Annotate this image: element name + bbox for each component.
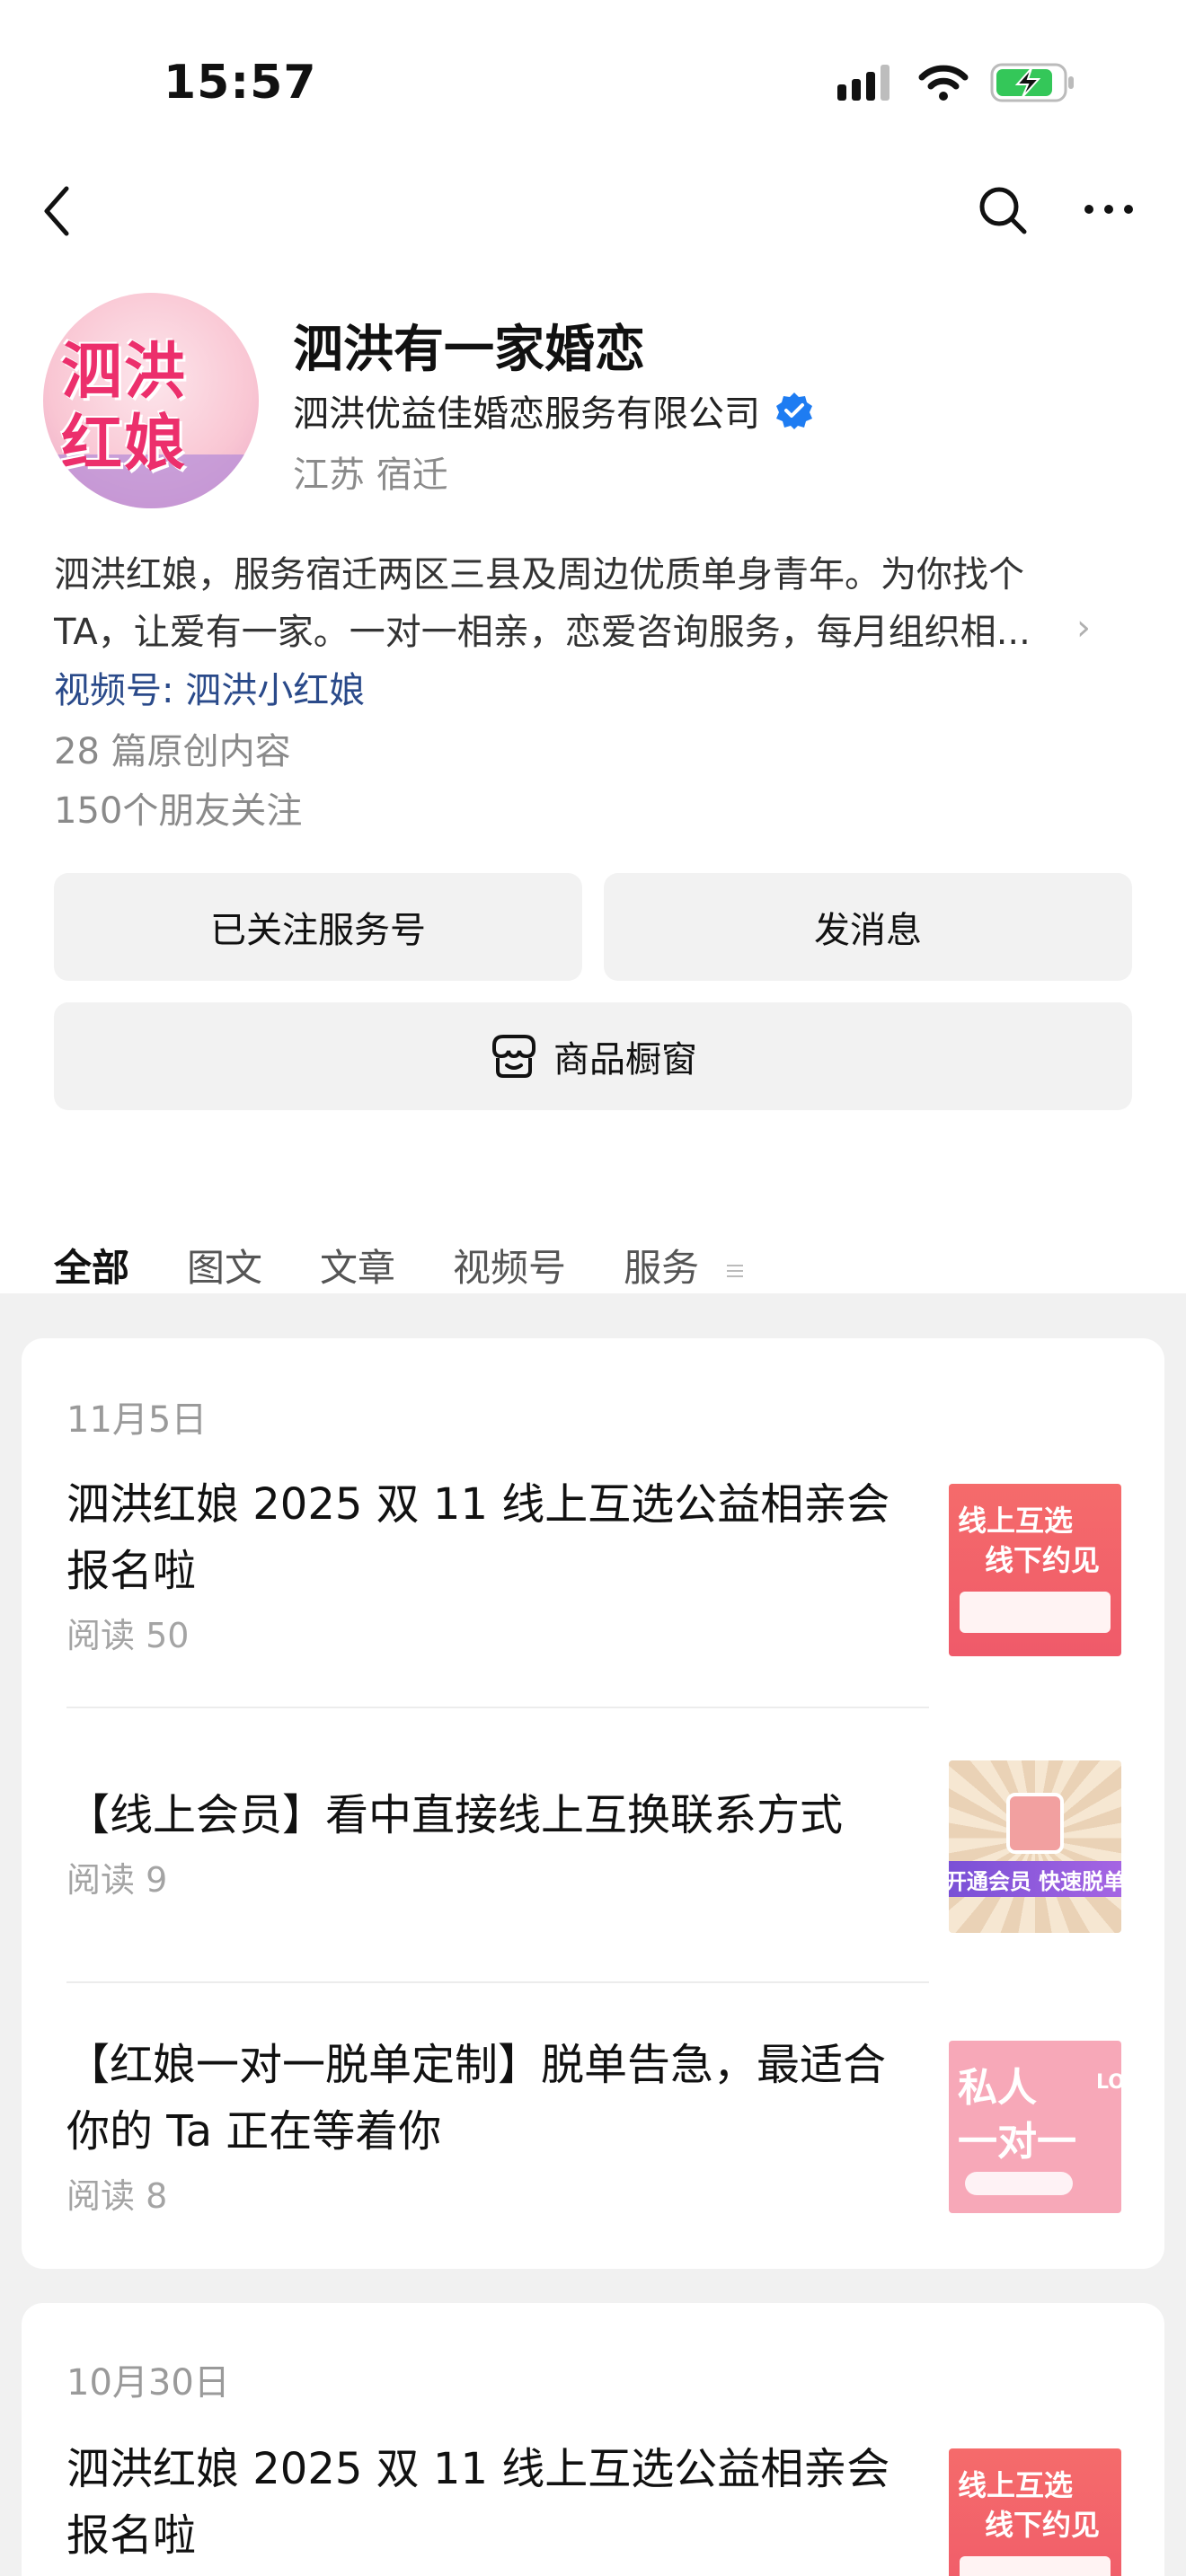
shop-icon [492, 1035, 535, 1078]
verified-badge-icon [776, 393, 812, 429]
search-icon[interactable] [976, 183, 1030, 237]
company-row[interactable]: 泗洪优益佳婚恋服务有限公司 [293, 384, 814, 437]
company-name: 泗洪优益佳婚恋服务有限公司 [293, 393, 760, 435]
thumbnail-text: 私人 [958, 2065, 1037, 2111]
send-message-button[interactable]: 发消息 [604, 873, 1132, 981]
article-thumbnail[interactable]: 开通会员 快速脱单 [949, 1760, 1121, 1933]
thumbnail-text: 线下约见 [985, 1543, 1101, 1577]
friends-following-count[interactable]: 150个朋友关注 [54, 781, 302, 834]
article-item[interactable]: 泗洪红娘 2025 双 11 线上互选公益相亲会 报名啦 [66, 2436, 929, 2569]
tab-label: 视频号 [453, 1246, 567, 1290]
description-line: TA，让爱有一家。一对一相亲，恋爱咨询服务，每月组织相... [54, 612, 1031, 653]
more-options-icon[interactable] [1082, 187, 1136, 232]
avatar-logo-text: 泗洪红娘 [61, 336, 188, 480]
feed-date: 10月30日 [66, 2362, 230, 2404]
thumbnail-decor [960, 1592, 1111, 1633]
article-title: 报名啦 [66, 2510, 197, 2561]
article-read-count: 阅读 50 [66, 1616, 190, 1655]
tab-image-text[interactable]: 图文 [187, 1238, 262, 1292]
article-item[interactable]: 【线上会员】看中直接线上互换联系方式 阅读 9 [66, 1782, 929, 1901]
location: 江苏 宿迁 [293, 454, 448, 496]
divider [66, 1981, 929, 1983]
tab-label: 全部 [54, 1246, 130, 1290]
article-item[interactable]: 泗洪红娘 2025 双 11 线上互选公益相亲会 报名啦 阅读 50 [66, 1471, 929, 1657]
chevron-right-icon[interactable]: › [1076, 607, 1091, 648]
battery-charging-icon [990, 63, 1074, 102]
shop-window-button[interactable]: 商品橱窗 [54, 1002, 1132, 1110]
original-content-count[interactable]: 28 篇原创内容 [54, 722, 291, 774]
article-title: 你的 Ta 正在等着你 [66, 2106, 442, 2157]
tab-services[interactable]: 服务 [624, 1238, 745, 1292]
tab-articles[interactable]: 文章 [320, 1238, 395, 1292]
article-title: 报名啦 [66, 1546, 197, 1596]
content-tabs: 全部 图文 文章 视频号 服务 [49, 1238, 745, 1306]
divider [66, 1707, 929, 1708]
feed-date: 11月5日 [66, 1399, 208, 1441]
back-arrow-icon[interactable] [36, 180, 81, 243]
thumbnail-text: 一对一 [958, 2119, 1076, 2165]
account-name: 泗洪有一家婚恋 [293, 321, 645, 379]
article-read-count: 阅读 8 [66, 2176, 168, 2216]
cellular-signal-icon [837, 65, 890, 101]
article-title: 泗洪红娘 2025 双 11 线上互选公益相亲会 [66, 2444, 890, 2494]
article-item[interactable]: 【红娘一对一脱单定制】脱单告急，最适合 你的 Ta 正在等着你 阅读 8 [66, 2032, 929, 2218]
thumbnail-text: 线上互选 [958, 1504, 1074, 1538]
wifi-icon [918, 65, 969, 101]
status-icons [837, 63, 1076, 102]
article-thumbnail[interactable]: 线上互选 线下约见 [949, 1484, 1121, 1656]
feed-day-card: 11月5日 泗洪红娘 2025 双 11 线上互选公益相亲会 报名啦 阅读 50… [22, 1338, 1164, 2269]
article-read-count: 阅读 9 [66, 1860, 168, 1900]
thumbnail-text: LO [1096, 2071, 1121, 2094]
tab-label: 服务 [624, 1246, 700, 1290]
tab-video-channel[interactable]: 视频号 [453, 1238, 566, 1292]
vip-badge-icon [1006, 1793, 1064, 1854]
tab-label: 图文 [187, 1246, 263, 1290]
thumbnail-text: 线上互选 [958, 2468, 1074, 2502]
article-title: 泗洪红娘 2025 双 11 线上互选公益相亲会 [66, 1479, 890, 1530]
tab-label: 文章 [320, 1246, 396, 1290]
thumbnail-text: 开通会员 快速脱单 [949, 1861, 1121, 1897]
account-description[interactable]: 泗洪红娘，服务宿迁两区三县及周边优质单身青年。为你找个 TA，让爱有一家。一对一… [54, 546, 1114, 661]
article-thumbnail[interactable]: 线上互选 线下约见 [949, 2448, 1121, 2576]
article-title: 【线上会员】看中直接线上互换联系方式 [66, 1790, 844, 1840]
article-title: 【红娘一对一脱单定制】脱单告急，最适合 [66, 2040, 887, 2090]
tab-all[interactable]: 全部 [49, 1238, 140, 1306]
thumbnail-decor [960, 2556, 1111, 2576]
shop-label: 商品橱窗 [553, 1039, 697, 1081]
avatar[interactable]: 泗洪红娘 [43, 293, 259, 508]
thumbnail-decor [965, 2172, 1073, 2195]
thumbnail-text: 线下约见 [985, 2508, 1101, 2542]
description-line: 泗洪红娘，服务宿迁两区三县及周边优质单身青年。为你找个 [54, 554, 1024, 595]
menu-icon [727, 1264, 744, 1277]
video-channel-link[interactable]: 视频号: 泗洪小红娘 [54, 661, 365, 713]
feed-day-card: 10月30日 泗洪红娘 2025 双 11 线上互选公益相亲会 报名啦 线上互选… [22, 2303, 1164, 2576]
followed-button[interactable]: 已关注服务号 [54, 873, 582, 981]
status-time: 15:57 [164, 56, 317, 110]
article-thumbnail[interactable]: 私人 一对一 LO [949, 2041, 1121, 2213]
